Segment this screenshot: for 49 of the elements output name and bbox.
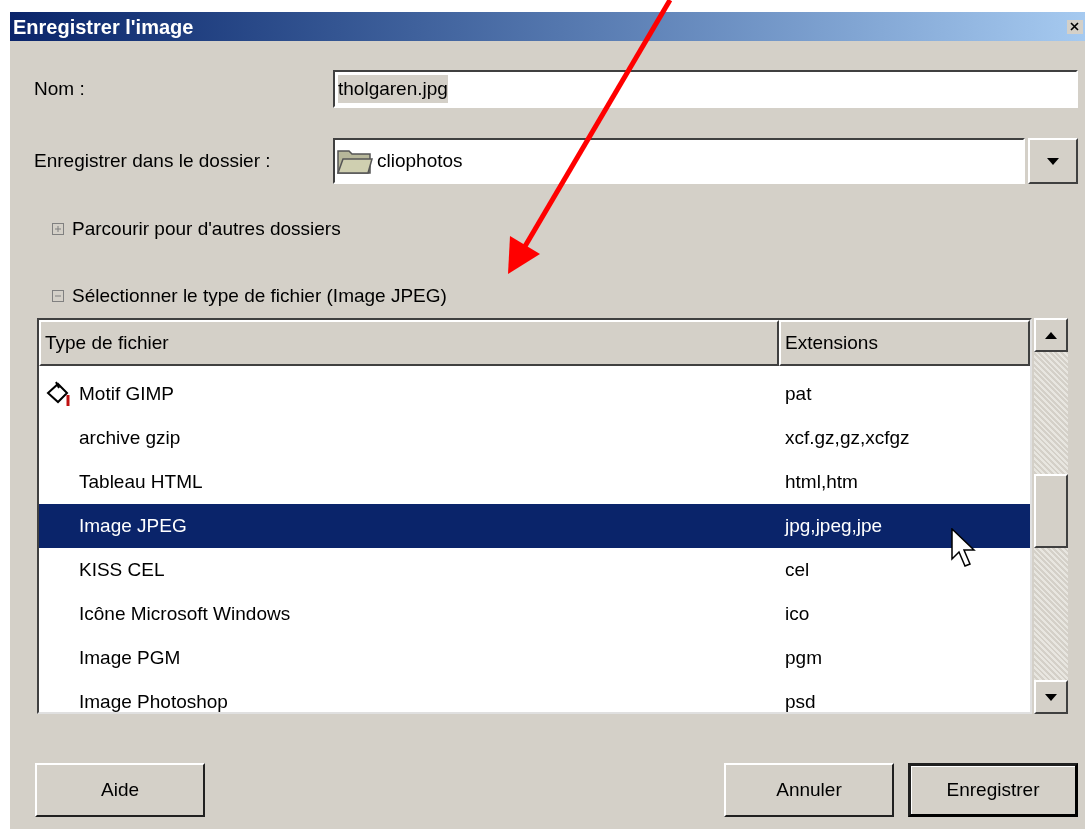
window-title: Enregistrer l'image	[13, 16, 194, 37]
file-extensions: jpg,jpeg,jpe	[783, 513, 883, 538]
scrollbar[interactable]	[1034, 318, 1068, 714]
scroll-up-button[interactable]	[1034, 318, 1068, 352]
down-arrow-icon	[1045, 693, 1057, 701]
cursor-icon	[951, 528, 977, 570]
name-field[interactable]: tholgaren.jpg	[333, 70, 1078, 108]
folder-icon	[337, 147, 373, 175]
file-type-name: Motif GIMP	[79, 381, 174, 406]
scroll-down-button[interactable]	[1034, 680, 1068, 714]
dialog-button[interactable]: Aide	[35, 763, 205, 817]
file-type-name: Image Photoshop	[79, 689, 228, 712]
file-type-name: archive gzip	[79, 425, 181, 450]
list-row[interactable]: archive gzip xcf.gz,gz,xcfgz	[39, 416, 1031, 460]
file-type-name: Icône Microsoft Windows	[79, 601, 291, 626]
file-extensions: pat	[784, 381, 812, 406]
file-extensions: html,htm	[784, 469, 858, 494]
up-arrow-icon	[1045, 331, 1057, 339]
folder-dropdown[interactable]: cliophotos	[333, 138, 1025, 184]
close-icon[interactable]	[1067, 19, 1083, 34]
expander-label[interactable]: Sélectionner le type de fichier (Image JPEG)	[72, 281, 447, 310]
file-type-name: Image PGM	[79, 645, 181, 670]
expander-label[interactable]: Parcourir pour d'autres dossiers	[72, 215, 341, 244]
dropdown-button[interactable]	[1028, 138, 1078, 184]
list-row[interactable]: Tableau HTML html,htm	[39, 460, 1031, 504]
file-type-name: Image JPEG	[79, 513, 187, 538]
list-row[interactable]: Image Photoshop psd	[39, 680, 1031, 712]
list-row[interactable]: Motif GIMP pat	[39, 372, 1031, 416]
expand-icon[interactable]	[52, 223, 64, 236]
dialog-button[interactable]: Enregistrer	[908, 763, 1078, 817]
file-extensions: pgm	[784, 645, 822, 670]
list-row[interactable]: KISS CEL cel	[39, 548, 1031, 592]
dialog-button[interactable]: Annuler	[724, 763, 894, 817]
column-header[interactable]: Type de fichier	[39, 320, 779, 366]
list-row[interactable]: Icône Microsoft Windows ico	[39, 592, 1031, 636]
list-row[interactable]: Image PGM pgm	[39, 636, 1031, 680]
column-header[interactable]: Extensions	[779, 320, 1031, 366]
file-extensions: psd	[784, 689, 816, 712]
scroll-thumb[interactable]	[1034, 474, 1068, 548]
folder-label: Enregistrer dans le dossier :	[34, 148, 272, 173]
file-extensions: xcf.gz,gz,xcfgz	[784, 425, 910, 450]
file-type-name: Tableau HTML	[79, 469, 203, 494]
file-extensions: cel	[784, 557, 810, 582]
list-row[interactable]: Image JPEG jpg,jpeg,jpe	[39, 504, 1031, 548]
file-type-name: KISS CEL	[79, 557, 165, 582]
caret-icon	[1047, 157, 1059, 165]
file-extensions: ico	[784, 601, 810, 626]
collapse-icon[interactable]	[52, 289, 64, 302]
name-label: Nom :	[34, 76, 86, 101]
